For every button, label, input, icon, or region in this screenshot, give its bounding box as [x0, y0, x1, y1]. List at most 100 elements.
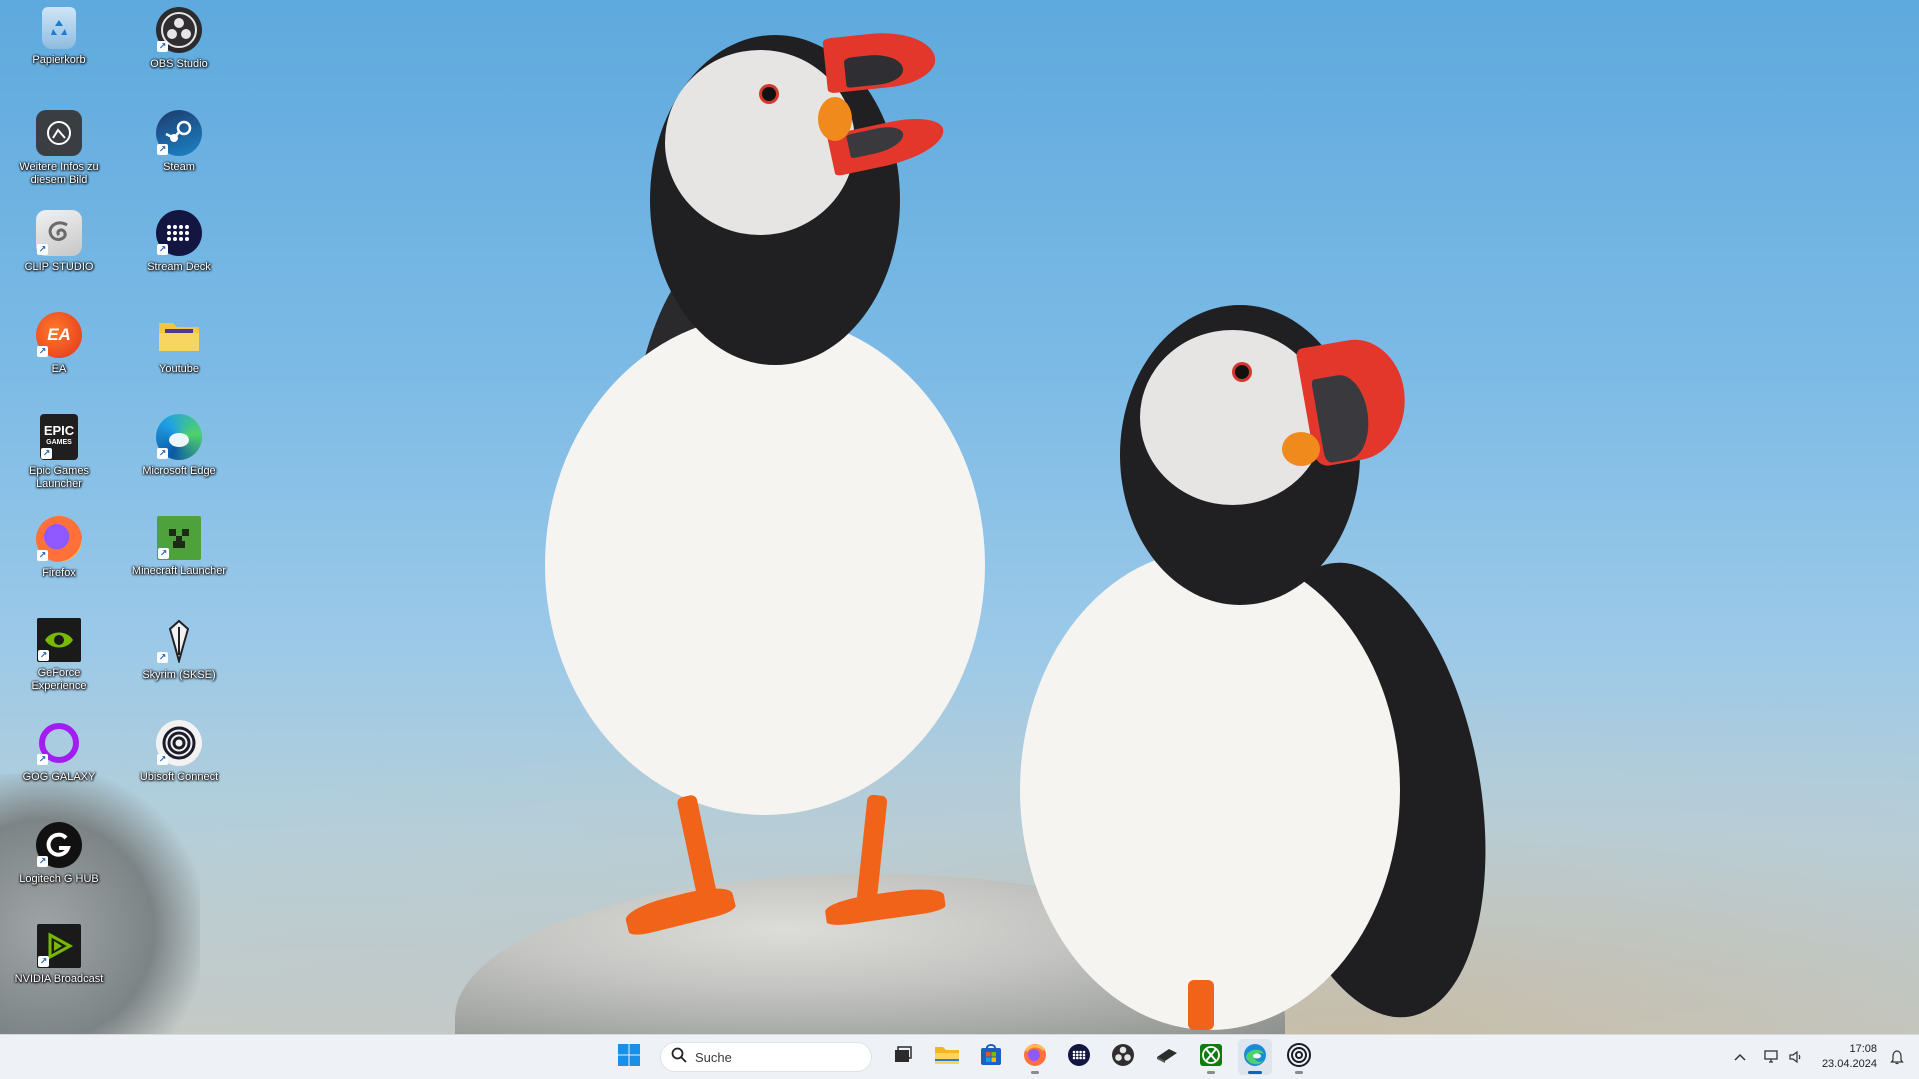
- bell-icon[interactable]: [1885, 1045, 1909, 1069]
- firefox-icon: ↗: [36, 516, 82, 562]
- desktop-icon-label: Skyrim (SKSE): [142, 669, 216, 681]
- shortcut-arrow-icon: ↗: [37, 346, 48, 357]
- epic-games-icon: EPIC GAMES ↗: [40, 414, 78, 460]
- recycle-bin-icon: [42, 7, 76, 49]
- start-button[interactable]: [612, 1039, 646, 1075]
- shortcut-arrow-icon: ↗: [157, 652, 168, 663]
- desktop-icon-label: CLIP STUDIO: [24, 261, 94, 273]
- desktop-icon-label: Epic Games Launcher: [29, 465, 89, 490]
- volume-icon[interactable]: [1784, 1045, 1808, 1069]
- desktop-icon-epic-games[interactable]: EPIC GAMES ↗ Epic Games Launcher: [9, 414, 109, 494]
- desktop-icon-youtube-folder[interactable]: Youtube: [129, 312, 229, 392]
- desktop-icon-label: Papierkorb: [32, 54, 86, 66]
- desktop-icon-image-info[interactable]: Weitere Infos zu diesem Bild: [9, 110, 109, 190]
- minecraft-icon: ↗: [157, 516, 201, 560]
- taskbar-stream-deck[interactable]: [1062, 1039, 1096, 1075]
- taskbar-unknown-app[interactable]: [1150, 1039, 1184, 1075]
- desktop-icon-nvidia-broadcast[interactable]: ↗ NVIDIA Broadcast: [9, 924, 109, 1004]
- store-icon: [979, 1043, 1003, 1072]
- ea-icon: EA ↗: [36, 312, 82, 358]
- desktop-icon-clip-studio[interactable]: ↗ CLIP STUDIO: [9, 210, 109, 290]
- desktop-icon-recycle-bin[interactable]: Papierkorb: [9, 7, 109, 87]
- taskbar-file-explorer[interactable]: [930, 1039, 964, 1075]
- desktop-icon-label: EA: [51, 363, 67, 375]
- desktop-icon-label: Steam: [163, 161, 195, 173]
- logitech-ghub-icon: ↗: [36, 822, 82, 868]
- clip-studio-icon: ↗: [36, 210, 82, 256]
- taskbar-ubisoft-connect[interactable]: [1282, 1039, 1316, 1075]
- geforce-icon: ↗: [37, 618, 81, 662]
- desktop-icon-microsoft-edge[interactable]: ↗ Microsoft Edge: [129, 414, 229, 494]
- desktop-icon-label: NVIDIA Broadcast: [14, 973, 104, 985]
- desktop-icon-stream-deck[interactable]: ↗ Stream Deck: [129, 210, 229, 290]
- taskbar-center: Suche: [612, 1035, 1316, 1079]
- windows-start-icon: [617, 1043, 641, 1072]
- desktop-icon-label: Weitere Infos zu diesem Bild: [19, 161, 99, 186]
- desktop-icon-label: OBS Studio: [150, 58, 208, 70]
- desktop-icon-steam[interactable]: ↗ Steam: [129, 110, 229, 190]
- desktop[interactable]: Papierkorb ↗ OBS Studio Weitere Infos zu…: [0, 0, 1919, 1079]
- desktop-icon-label: Youtube: [159, 363, 199, 375]
- shortcut-arrow-icon: ↗: [38, 956, 49, 967]
- shortcut-arrow-icon: ↗: [38, 650, 49, 661]
- taskbar-microsoft-store[interactable]: [974, 1039, 1008, 1075]
- desktop-icon-label: Microsoft Edge: [142, 465, 216, 477]
- obs-icon: [1111, 1043, 1135, 1072]
- desktop-icon-gog-galaxy[interactable]: ↗ GOG GALAXY: [9, 720, 109, 800]
- clock-date: 23.04.2024: [1821, 1058, 1877, 1070]
- chevron-up-icon[interactable]: [1728, 1045, 1752, 1069]
- firefox-icon: [1023, 1043, 1047, 1072]
- steam-icon: ↗: [156, 110, 202, 156]
- desktop-icon-logitech-ghub[interactable]: ↗ Logitech G HUB: [9, 822, 109, 902]
- taskbar: Suche 17:08 23.04.2024: [0, 1034, 1919, 1079]
- shortcut-arrow-icon: ↗: [37, 244, 48, 255]
- wallpaper-puffin-left: [540, 25, 990, 955]
- desktop-icon-skyrim[interactable]: ↗ Skyrim (SKSE): [129, 618, 229, 698]
- shortcut-arrow-icon: ↗: [157, 144, 168, 155]
- stream-deck-icon: ↗: [156, 210, 202, 256]
- shortcut-arrow-icon: ↗: [157, 244, 168, 255]
- task-view-icon: [892, 1044, 914, 1071]
- clock-time: 17:08: [1849, 1043, 1877, 1055]
- desktop-icon-ubisoft-connect[interactable]: ↗ Ubisoft Connect: [129, 720, 229, 800]
- taskbar-obs-studio[interactable]: [1106, 1039, 1140, 1075]
- desktop-icon-label: GeForce Experience: [31, 667, 87, 692]
- desktop-icon-minecraft[interactable]: ↗ Minecraft Launcher: [129, 516, 229, 596]
- ubisoft-icon: ↗: [156, 720, 202, 766]
- system-tray: 17:08 23.04.2024: [1728, 1035, 1919, 1079]
- ubisoft-icon: [1287, 1042, 1311, 1072]
- shortcut-arrow-icon: ↗: [157, 41, 168, 52]
- skyrim-icon: ↗: [156, 618, 202, 664]
- camera-info-icon: [36, 110, 82, 156]
- taskbar-search[interactable]: Suche: [660, 1042, 872, 1072]
- shortcut-arrow-icon: ↗: [41, 448, 52, 459]
- desktop-icon-label: Minecraft Launcher: [131, 565, 227, 577]
- desktop-icon-ea[interactable]: EA ↗ EA: [9, 312, 109, 392]
- desktop-icon-label: Firefox: [42, 567, 76, 579]
- taskbar-edge[interactable]: [1238, 1039, 1272, 1075]
- taskbar-firefox[interactable]: [1018, 1039, 1052, 1075]
- desktop-icon-label: Logitech G HUB: [19, 873, 99, 885]
- taskbar-clock[interactable]: 17:08 23.04.2024: [1822, 1042, 1877, 1072]
- edge-icon: [1243, 1043, 1267, 1072]
- folder-icon: [934, 1044, 960, 1071]
- gog-galaxy-icon: ↗: [36, 720, 82, 766]
- xbox-icon: [1199, 1043, 1223, 1072]
- taskbar-xbox[interactable]: [1194, 1039, 1228, 1075]
- search-icon: [671, 1047, 687, 1068]
- desktop-icon-label: GOG GALAXY: [22, 771, 96, 783]
- obs-icon: ↗: [156, 7, 202, 53]
- stream-deck-icon: [1067, 1043, 1091, 1072]
- desktop-icon-label: Ubisoft Connect: [139, 771, 219, 783]
- shortcut-arrow-icon: ↗: [37, 754, 48, 765]
- desktop-icon-obs-studio[interactable]: ↗ OBS Studio: [129, 7, 229, 87]
- wallpaper-puffin-right: [1020, 300, 1519, 1040]
- shortcut-arrow-icon: ↗: [37, 856, 48, 867]
- dark-app-icon: [1155, 1043, 1179, 1072]
- network-icon[interactable]: [1760, 1045, 1784, 1069]
- shortcut-arrow-icon: ↗: [37, 550, 48, 561]
- taskbar-task-view[interactable]: [886, 1039, 920, 1075]
- desktop-icon-label: Stream Deck: [147, 261, 211, 273]
- desktop-icon-firefox[interactable]: ↗ Firefox: [9, 516, 109, 596]
- desktop-icon-geforce-experience[interactable]: ↗ GeForce Experience: [9, 618, 109, 698]
